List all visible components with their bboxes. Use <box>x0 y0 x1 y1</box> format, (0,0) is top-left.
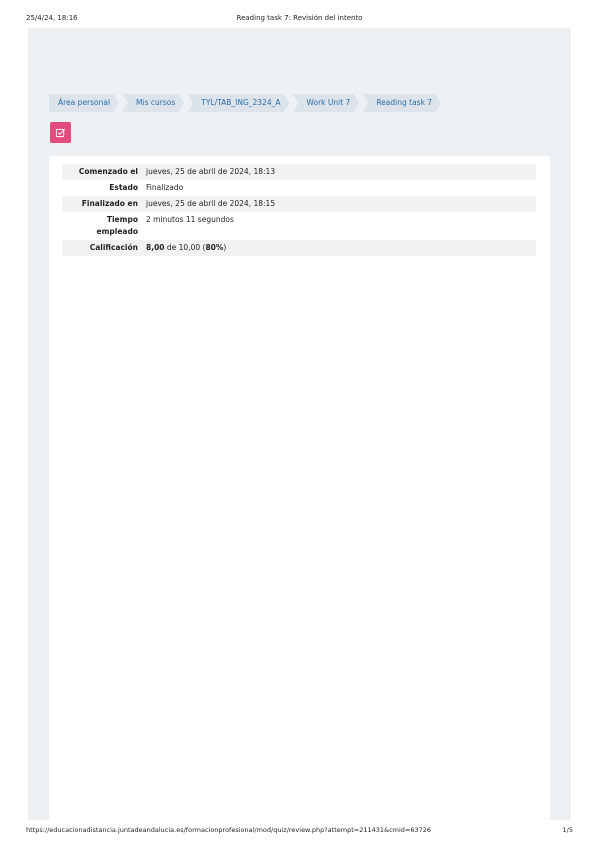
print-url: https://educacionadistancia.juntadeandal… <box>26 826 432 834</box>
print-page-number: 1/5 <box>562 826 573 834</box>
state-value: Finalizado <box>146 183 184 192</box>
grade-percent: 80% <box>205 243 224 252</box>
table-row: Calificación 8,00 de 10,00 (80%) <box>62 240 536 256</box>
grade-label: Calificación <box>89 243 138 252</box>
print-footer: https://educacionadistancia.juntadeandal… <box>0 820 599 848</box>
started-value: jueves, 25 de abril de 2024, 18:13 <box>146 167 276 176</box>
table-row: Estado Finalizado <box>62 180 536 196</box>
breadcrumb-item-work-unit[interactable]: Work Unit 7 <box>293 94 360 112</box>
table-row: Finalizado en jueves, 25 de abril de 202… <box>62 196 536 212</box>
grade-value: 8,00 de 10,00 (80%) <box>146 243 227 252</box>
finished-label: Finalizado en <box>81 199 138 208</box>
finished-value: jueves, 25 de abril de 2024, 18:15 <box>146 199 276 208</box>
attempt-summary-table: Comenzado el jueves, 25 de abril de 2024… <box>62 164 536 256</box>
breadcrumb-item-area-personal[interactable]: Área personal <box>49 94 119 112</box>
print-title: Reading task 7: Revisión del intento <box>236 14 363 22</box>
table-row: Comenzado el jueves, 25 de abril de 2024… <box>62 164 536 180</box>
attempt-summary-card: Comenzado el jueves, 25 de abril de 2024… <box>49 156 550 820</box>
quiz-icon <box>50 122 71 143</box>
grade-of: de 10,00 <box>166 243 201 252</box>
breadcrumb-item-mis-cursos[interactable]: Mis cursos <box>122 94 184 112</box>
started-label: Comenzado el <box>78 167 138 176</box>
quiz-checkbox-icon <box>55 128 66 138</box>
print-header: 25/4/24, 18:16 Reading task 7: Revisión … <box>0 0 599 28</box>
breadcrumb-item-reading-task[interactable]: Reading task 7 <box>362 94 441 112</box>
breadcrumb-item-course[interactable]: TYL/TAB_ING_2324_A <box>187 94 289 112</box>
breadcrumb: Área personal Mis cursos TYL/TAB_ING_232… <box>49 94 444 112</box>
grade-score: 8,00 <box>146 243 165 252</box>
page-area: Área personal Mis cursos TYL/TAB_ING_232… <box>28 28 571 820</box>
time-label: Tiempo empleado <box>96 215 138 236</box>
table-row: Tiempo empleado 2 minutos 11 segundos <box>62 212 536 240</box>
time-value: 2 minutos 11 segundos <box>146 215 234 224</box>
state-label: Estado <box>109 183 138 192</box>
